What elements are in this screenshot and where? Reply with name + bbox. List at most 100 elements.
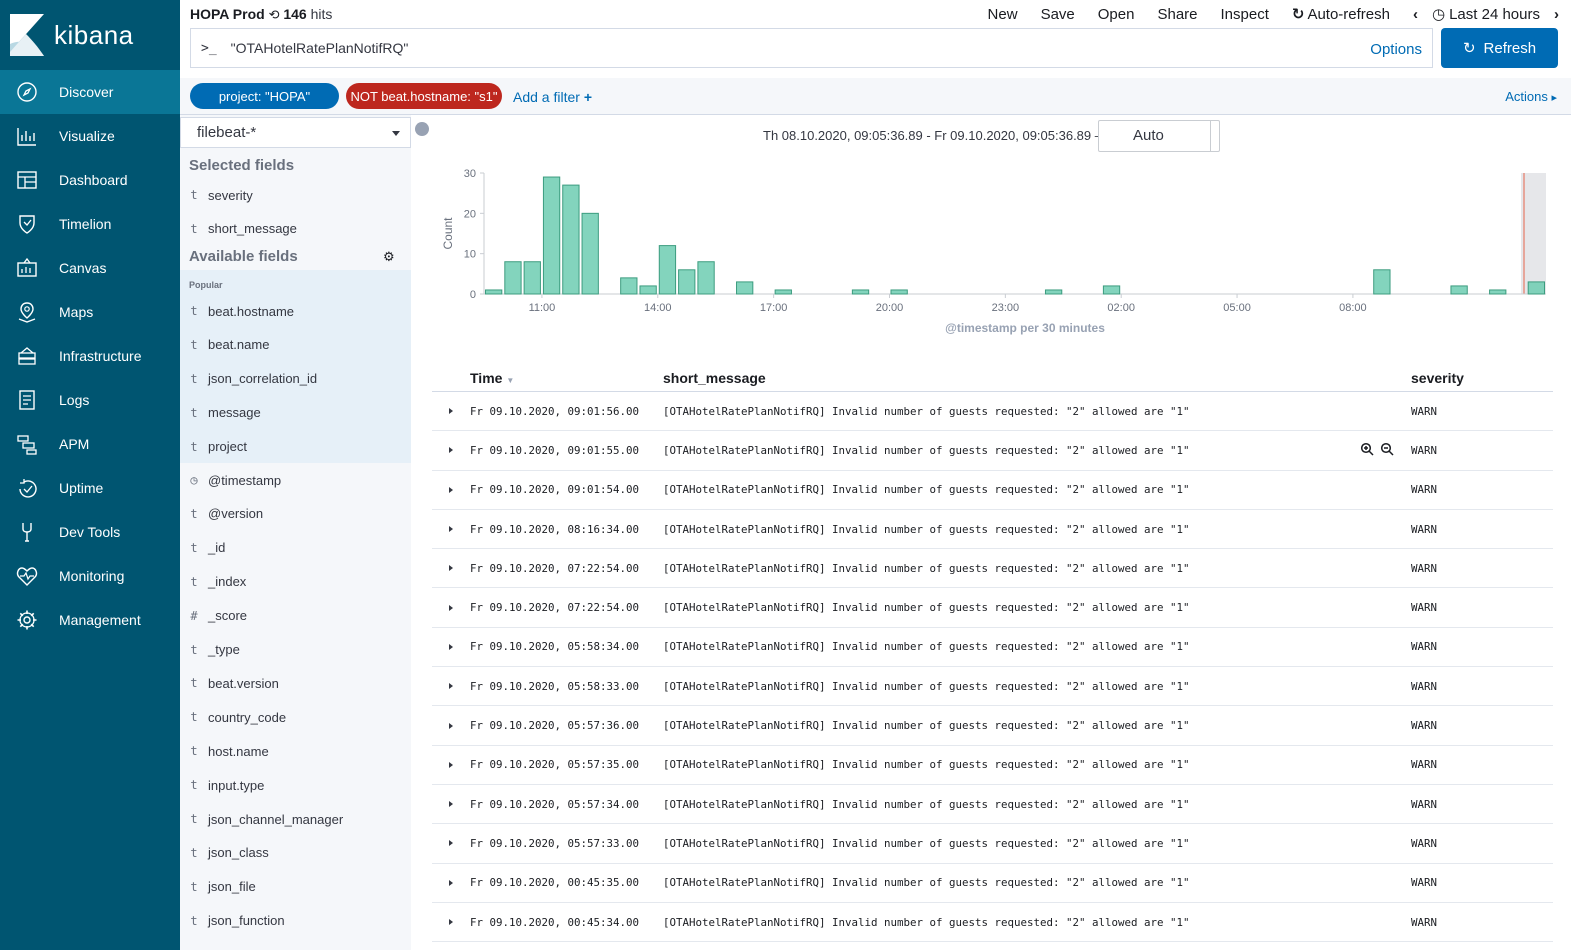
sidebar-item-maps[interactable]: Maps <box>0 290 180 334</box>
query-bar[interactable]: >_ "OTAHotelRatePlanNotifRQ" Options <box>190 28 1433 68</box>
expand-row-icon[interactable] <box>432 919 470 925</box>
histogram-bar[interactable] <box>697 261 715 295</box>
table-row[interactable]: Fr 09.10.2020, 05:58:34.00 [OTAHotelRateP… <box>432 628 1553 668</box>
field-item[interactable]: t beat.name <box>180 328 411 362</box>
zoom-out-icon[interactable] <box>1380 442 1394 456</box>
table-row[interactable]: Fr 09.10.2020, 05:58:33.00 [OTAHotelRateP… <box>432 667 1553 707</box>
menu-share[interactable]: Share <box>1157 5 1197 23</box>
sidebar-item-monitoring[interactable]: Monitoring <box>0 554 180 598</box>
field-item[interactable]: t json_correlation_id <box>180 362 411 396</box>
menu-inspect[interactable]: Inspect <box>1221 5 1269 23</box>
sidebar-item-dashboard[interactable]: Dashboard <box>0 158 180 202</box>
menu-open[interactable]: Open <box>1098 5 1135 23</box>
table-row[interactable]: Fr 09.10.2020, 05:57:36.00 [OTAHotelRateP… <box>432 706 1553 746</box>
field-item[interactable]: t json_channel_manager <box>180 802 411 836</box>
time-prev-button[interactable]: ‹ <box>1413 5 1418 23</box>
field-item[interactable]: t country_code <box>180 700 411 734</box>
histogram-bar[interactable] <box>658 245 677 295</box>
expand-row-icon[interactable] <box>432 840 470 847</box>
message-column-header[interactable]: short_message <box>663 370 1411 386</box>
search-name[interactable]: HOPA Prod <box>190 6 265 22</box>
field-item[interactable]: # _score <box>180 599 411 633</box>
field-item[interactable]: t _index <box>180 565 411 599</box>
expand-row-icon[interactable] <box>432 879 470 886</box>
menu-save[interactable]: Save <box>1041 5 1075 23</box>
sidebar-item-management[interactable]: Management <box>0 598 180 642</box>
table-row[interactable]: Fr 09.10.2020, 08:16:34.00 [OTAHotelRateP… <box>432 510 1553 550</box>
histogram-bar[interactable] <box>581 212 599 295</box>
field-item[interactable]: t short_message <box>180 212 411 246</box>
sidebar-item-discover[interactable]: Discover <box>0 70 180 114</box>
filter-pill-hostname[interactable]: NOT beat.hostname: "s1" <box>346 83 502 109</box>
actions-link[interactable]: Actions ▸ <box>1505 89 1557 104</box>
time-picker[interactable]: ◷ Last 24 hours <box>1432 5 1540 24</box>
field-item[interactable]: t host.name <box>180 734 411 768</box>
table-row[interactable]: Fr 09.10.2020, 09:01:55.00 [OTAHotelRateP… <box>432 431 1553 471</box>
table-row[interactable]: Fr 09.10.2020, 05:57:35.00 [OTAHotelRateP… <box>432 746 1553 785</box>
histogram-bar[interactable] <box>736 281 754 295</box>
histogram-bar[interactable] <box>890 289 908 295</box>
expand-row-icon[interactable] <box>432 683 470 690</box>
severity-column-header[interactable]: severity <box>1411 370 1531 386</box>
field-item[interactable]: t _type <box>180 633 411 667</box>
field-item[interactable]: t @version <box>180 497 411 531</box>
menu-auto-refresh[interactable]: ↻ Auto-refresh <box>1292 5 1390 24</box>
histogram-chart[interactable]: 0 10 20 30 Count 11:00 14:00 17:00 20:00 23:00 02:… <box>431 155 1571 345</box>
collapse-sidebar-icon[interactable] <box>415 122 429 136</box>
histogram-bar[interactable] <box>523 261 541 295</box>
interval-select[interactable]: Auto <box>1098 120 1220 152</box>
field-item[interactable]: t beat.hostname <box>180 294 411 328</box>
expand-row-icon[interactable] <box>432 604 470 611</box>
sort-icon[interactable]: ▼ <box>506 376 514 385</box>
table-row[interactable]: Fr 09.10.2020, 07:22:54.00 [OTAHotelRateP… <box>432 588 1553 628</box>
field-item[interactable]: t json_function <box>180 904 411 938</box>
query-input[interactable]: "OTAHotelRatePlanNotifRQ" <box>231 40 409 56</box>
histogram-bar[interactable] <box>1489 289 1507 295</box>
histogram-bar[interactable] <box>851 289 870 295</box>
expand-row-icon[interactable] <box>432 565 470 572</box>
sidebar-item-infrastructure[interactable]: Infrastructure <box>0 334 180 378</box>
time-next-button[interactable]: › <box>1554 5 1559 23</box>
histogram-bar[interactable] <box>1102 285 1121 295</box>
table-row[interactable]: Fr 09.10.2020, 00:45:35.00 [OTAHotelRateP… <box>432 864 1553 903</box>
histogram-bar[interactable] <box>1527 281 1546 295</box>
expand-row-icon[interactable] <box>432 801 470 808</box>
gear-icon[interactable]: ⚙ <box>383 249 395 265</box>
kibana-logo[interactable]: kibana <box>0 0 180 70</box>
field-item[interactable]: t message <box>180 396 411 430</box>
expand-row-icon[interactable] <box>432 643 470 650</box>
histogram-bar[interactable] <box>1373 269 1391 295</box>
expand-row-icon[interactable] <box>432 408 470 415</box>
field-item[interactable]: t _id <box>180 531 411 565</box>
sidebar-item-dev-tools[interactable]: Dev Tools <box>0 510 180 554</box>
sidebar-item-apm[interactable]: APM <box>0 422 180 466</box>
sidebar-item-uptime[interactable]: Uptime <box>0 466 180 510</box>
field-item[interactable]: t beat.version <box>180 666 411 700</box>
histogram-bar[interactable] <box>1450 285 1468 295</box>
add-filter-link[interactable]: Add a filter + <box>513 89 592 105</box>
expand-row-icon[interactable] <box>432 722 470 729</box>
time-column-header[interactable]: Time ▼ <box>470 370 663 386</box>
histogram-bar[interactable] <box>542 176 561 295</box>
table-row[interactable]: Fr 09.10.2020, 07:22:54.00 [OTAHotelRateP… <box>432 549 1553 589</box>
filter-pill-project[interactable]: project: "HOPA" <box>190 83 339 109</box>
expand-row-icon[interactable] <box>432 526 470 533</box>
expand-row-icon[interactable] <box>432 486 470 493</box>
query-options-link[interactable]: Options <box>1370 41 1422 58</box>
refresh-button[interactable]: ↻ Refresh <box>1441 28 1558 68</box>
expand-row-icon[interactable] <box>432 761 470 768</box>
reload-icon[interactable]: ⟲ <box>269 7 280 22</box>
field-item[interactable]: t json_file <box>180 870 411 904</box>
histogram-bar[interactable] <box>485 289 503 295</box>
histogram-bar[interactable] <box>562 184 580 295</box>
field-item[interactable]: t input.type <box>180 768 411 802</box>
field-item[interactable]: t project <box>180 430 411 464</box>
expand-row-icon[interactable] <box>432 447 470 454</box>
field-item[interactable]: t json_class <box>180 836 411 870</box>
index-pattern-select[interactable]: filebeat-* <box>180 117 411 148</box>
histogram-bar[interactable] <box>774 289 792 295</box>
table-row[interactable]: Fr 09.10.2020, 09:01:56.00 [OTAHotelRateP… <box>432 392 1553 432</box>
field-item[interactable]: t severity <box>180 178 411 212</box>
histogram-bar[interactable] <box>620 277 638 295</box>
sidebar-item-visualize[interactable]: Visualize <box>0 114 180 158</box>
